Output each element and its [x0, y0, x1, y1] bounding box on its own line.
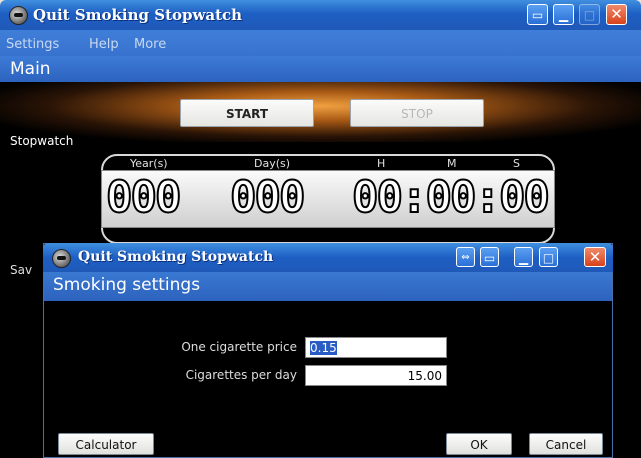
maximize-button[interactable]: □: [579, 4, 600, 25]
unit-minutes: M: [447, 157, 457, 170]
header-glow: [0, 82, 641, 142]
dialog-close-button[interactable]: ✕: [584, 247, 606, 267]
cigarettes-per-day-input[interactable]: [305, 365, 447, 386]
partial-label: Sav: [10, 263, 33, 277]
cancel-button[interactable]: Cancel: [529, 433, 603, 455]
unit-seconds: S: [513, 157, 520, 170]
dialog-minimize-button[interactable]: ▁: [514, 247, 533, 267]
calculator-button[interactable]: Calculator: [58, 433, 154, 455]
dialog-app-icon: [52, 249, 71, 268]
days-digits: 000: [229, 171, 307, 224]
start-button[interactable]: START: [180, 99, 314, 127]
window-title: Quit Smoking Stopwatch: [33, 6, 243, 24]
restore-icon[interactable]: ▭: [527, 4, 548, 25]
section-header: Main: [0, 56, 641, 82]
unit-days: Day(s): [254, 157, 291, 170]
dialog-section-title: Smoking settings: [53, 275, 201, 295]
menu-more[interactable]: More: [134, 37, 166, 52]
dialog-title: Quit Smoking Stopwatch: [78, 249, 274, 265]
close-button[interactable]: ✕: [606, 4, 627, 25]
price-input[interactable]: [305, 337, 447, 358]
minimize-button[interactable]: ▁: [553, 4, 574, 25]
app-icon: [9, 6, 28, 25]
price-label: One cigarette price: [181, 340, 297, 354]
stop-button[interactable]: STOP: [350, 99, 484, 127]
section-title: Main: [10, 59, 51, 79]
time-digits: 00:00:00: [351, 171, 551, 224]
arrows-icon[interactable]: ⇔: [456, 247, 475, 267]
unit-years: Year(s): [130, 157, 168, 170]
cigarettes-per-day-label: Cigarettes per day: [185, 368, 297, 382]
years-digits: 000: [105, 171, 183, 224]
ok-button[interactable]: OK: [446, 433, 512, 455]
menu-help[interactable]: Help: [89, 37, 119, 52]
stopwatch-label: Stopwatch: [10, 134, 74, 148]
restore-icon[interactable]: ▭: [480, 247, 499, 267]
menu-settings[interactable]: Settings: [6, 37, 59, 52]
unit-hours: H: [377, 157, 386, 170]
dialog-maximize-button[interactable]: □: [539, 247, 558, 267]
